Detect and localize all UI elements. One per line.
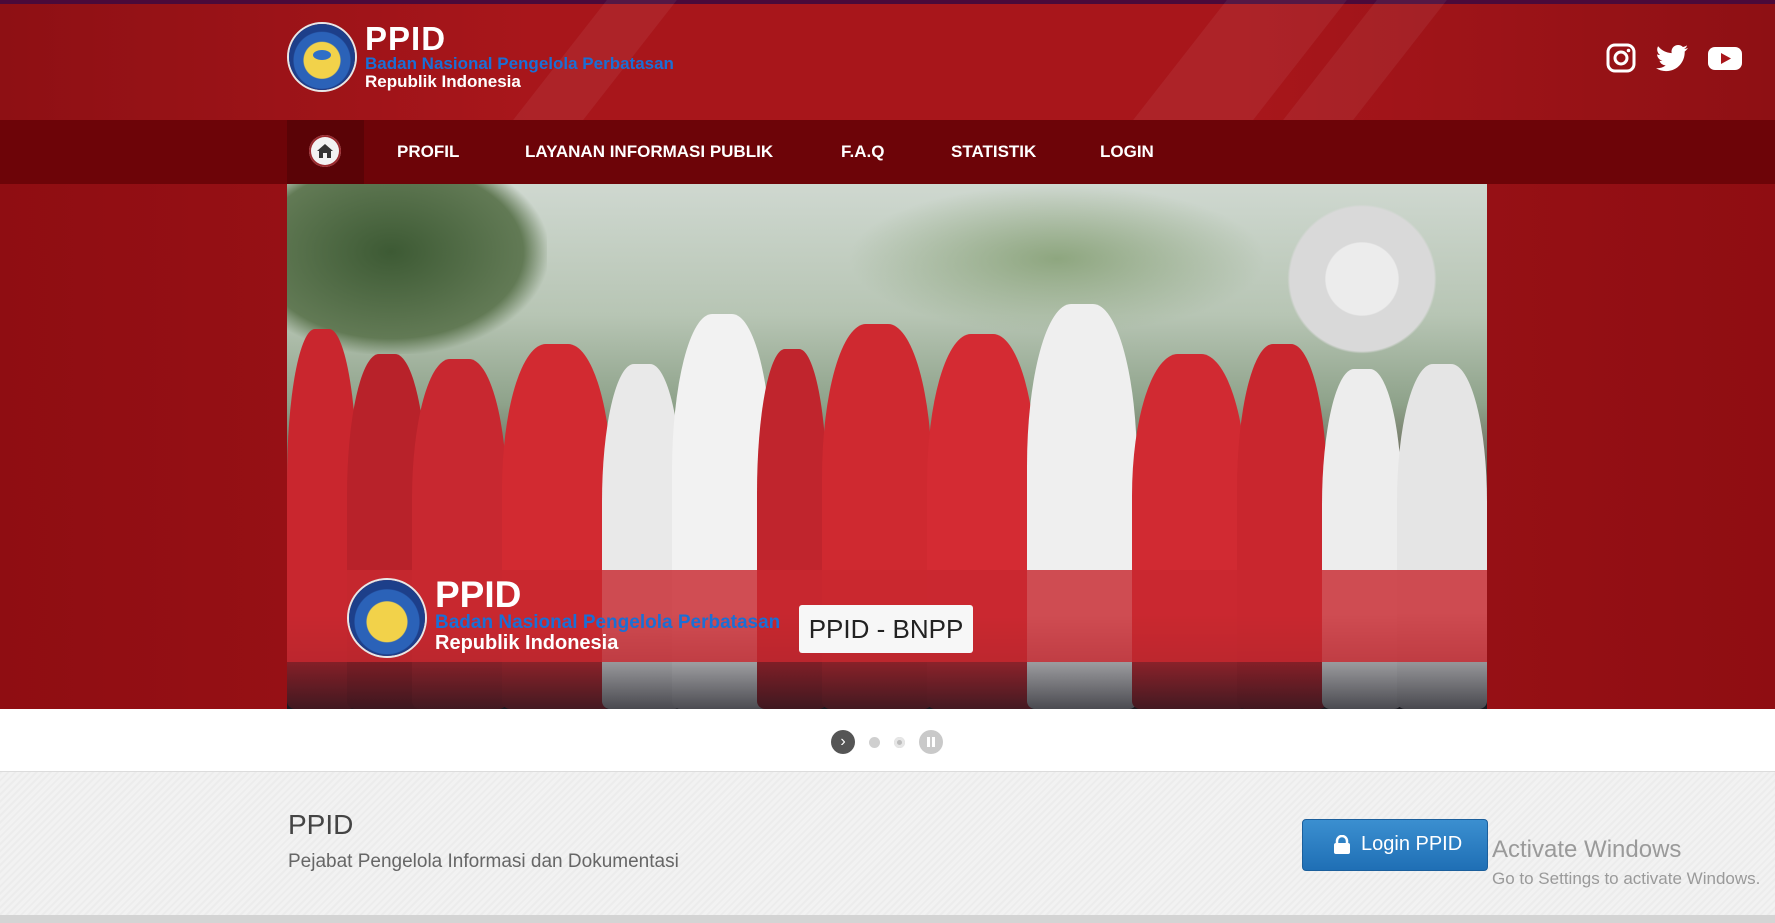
lock-icon [1333, 834, 1351, 854]
logo-subtitle-country: Republik Indonesia [365, 72, 521, 91]
info-title: PPID [288, 809, 354, 840]
login-ppid-label: Login PPID [1361, 833, 1463, 855]
nav-item-layanan-informasi-publik[interactable]: LAYANAN INFORMASI PUBLIK [525, 120, 773, 184]
pause-icon[interactable] [919, 730, 943, 754]
site-logo[interactable]: PPID Badan Nasional Pengelola Perbatasan… [287, 0, 707, 110]
info-description: Pejabat Pengelola Informasi dan Dokument… [288, 851, 679, 872]
slide-overlay-subtitle-agency: Badan Nasional Pengelola Perbatasan [435, 612, 781, 633]
home-icon [309, 135, 341, 167]
main-navigation: PROFIL LAYANAN INFORMASI PUBLIK F.A.Q ST… [0, 120, 1775, 184]
windows-activation-title: Activate Windows [1492, 836, 1682, 863]
logo-title: PPID [365, 20, 447, 57]
next-slide-icon[interactable]: › [831, 730, 855, 754]
bnpp-seal-logo [349, 580, 425, 656]
nav-item-faq[interactable]: F.A.Q [841, 120, 884, 184]
nav-home-button[interactable] [287, 120, 364, 184]
twitter-icon[interactable] [1655, 42, 1688, 74]
slide-dot[interactable] [869, 737, 880, 748]
page-bottom-bar [0, 915, 1775, 923]
social-links [1605, 42, 1745, 74]
slide-overlay-title: PPID [435, 574, 522, 615]
youtube-icon[interactable] [1707, 42, 1743, 74]
nav-inner: PROFIL LAYANAN INFORMASI PUBLIK F.A.Q ST… [287, 120, 1487, 184]
nav-item-login[interactable]: LOGIN [1100, 120, 1154, 184]
instagram-icon[interactable] [1605, 42, 1637, 74]
windows-activation-hint: Go to Settings to activate Windows. [1492, 869, 1761, 888]
slide-dot[interactable] [894, 737, 905, 748]
site-header: PPID Badan Nasional Pengelola Perbatasan… [0, 0, 1775, 184]
slide-caption: PPID - BNPP [799, 605, 973, 653]
info-section: PPID Pejabat Pengelola Informasi dan Dok… [0, 771, 1775, 916]
nav-item-profil[interactable]: PROFIL [397, 120, 459, 184]
header-content: PPID Badan Nasional Pengelola Perbatasan… [287, 0, 1742, 120]
logo-subtitle-agency: Badan Nasional Pengelola Perbatasan [365, 54, 674, 73]
nav-item-statistik[interactable]: STATISTIK [951, 120, 1036, 184]
image-slider[interactable]: PPID Badan Nasional Pengelola Perbatasan… [287, 184, 1487, 709]
slide-overlay-subtitle-country: Republik Indonesia [435, 632, 619, 654]
bnpp-seal-logo [289, 24, 355, 90]
slider-controls: › [0, 709, 1775, 771]
login-ppid-button[interactable]: Login PPID [1302, 819, 1488, 871]
